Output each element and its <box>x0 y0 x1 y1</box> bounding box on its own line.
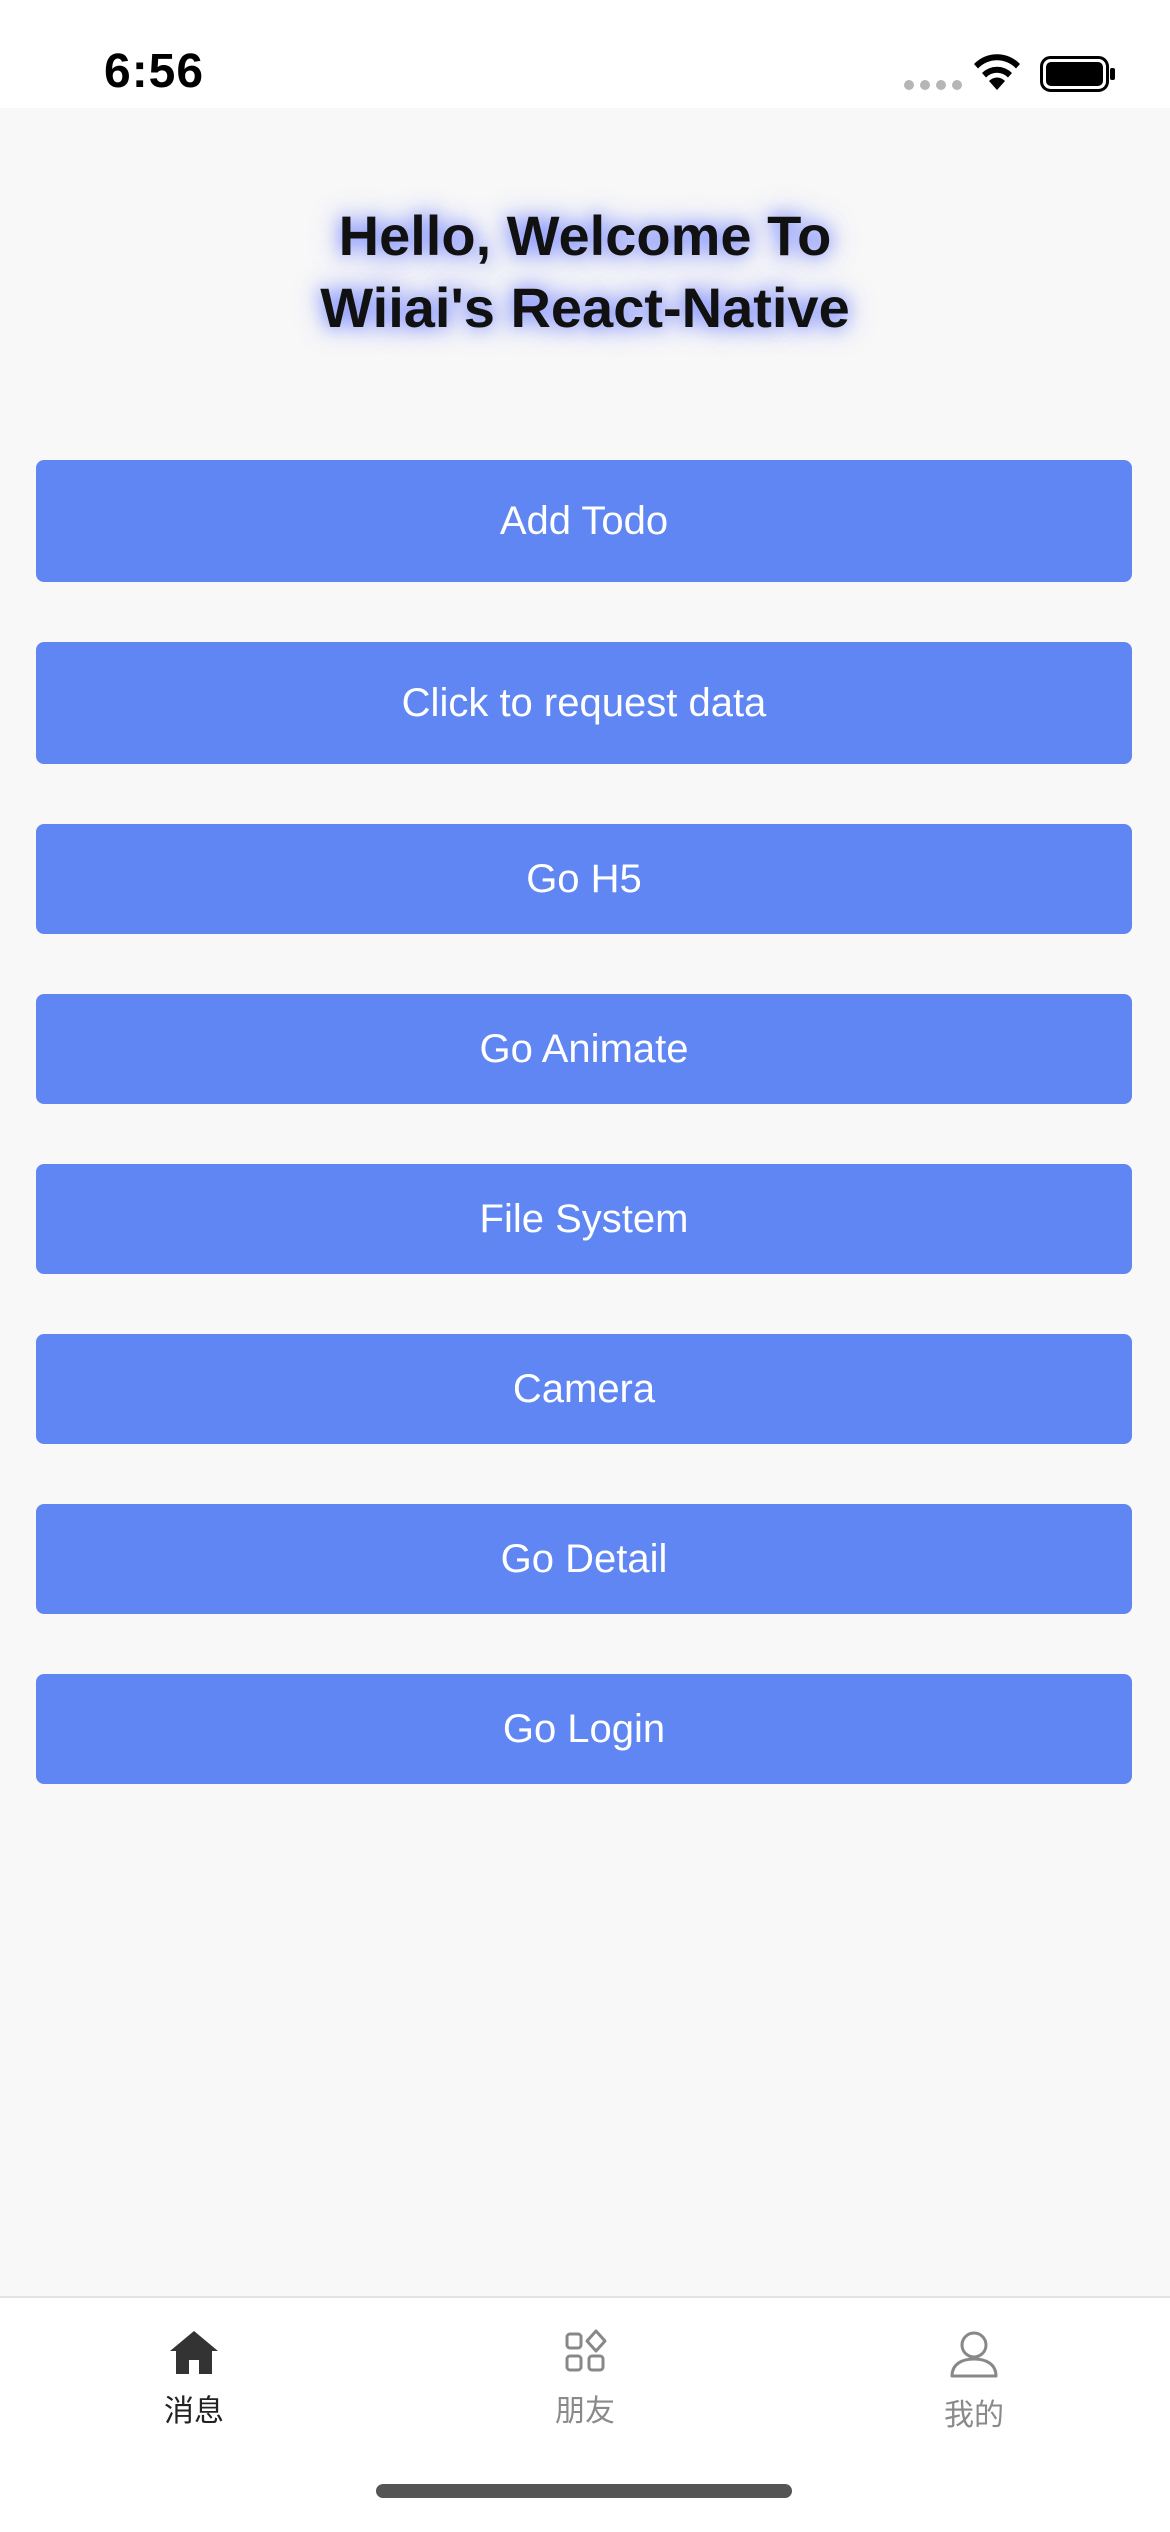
tab-label-messages: 消息 <box>164 2395 224 2428</box>
home-icon <box>170 2331 218 2374</box>
request-data-button[interactable]: Click to request data <box>36 642 1132 764</box>
wifi-icon <box>974 54 1020 90</box>
tab-label-friends: 朋友 <box>555 2395 615 2428</box>
title-line-1: Hello, Welcome To <box>338 204 832 267</box>
app-screen: 6:56 Hello, Welcome To Wiiai's React-Nat… <box>0 0 1170 2532</box>
add-todo-button[interactable]: Add Todo <box>36 460 1132 582</box>
go-h5-button[interactable]: Go H5 <box>36 824 1132 934</box>
title-line-2: Wiiai's React-Native <box>320 276 850 339</box>
tab-me[interactable]: 我的 <box>874 2328 1074 2434</box>
go-detail-button[interactable]: Go Detail <box>36 1504 1132 1614</box>
battery-icon <box>1040 56 1115 92</box>
camera-button[interactable]: Camera <box>36 1334 1132 1444</box>
tab-messages[interactable]: 消息 <box>94 2328 294 2430</box>
cellular-signal-icon <box>904 80 962 90</box>
file-system-button[interactable]: File System <box>36 1164 1132 1274</box>
status-bar: 6:56 <box>0 0 1170 108</box>
grid-icon <box>565 2329 607 2372</box>
go-login-button[interactable]: Go Login <box>36 1674 1132 1784</box>
page-title: Hello, Welcome To Wiiai's React-Native <box>0 200 1170 344</box>
tab-friends[interactable]: 朋友 <box>485 2328 685 2430</box>
button-list: Add Todo Click to request data Go H5 Go … <box>36 460 1132 1844</box>
tab-label-me: 我的 <box>944 2399 1004 2432</box>
status-time: 6:56 <box>104 45 205 98</box>
home-indicator <box>376 2484 792 2498</box>
go-animate-button[interactable]: Go Animate <box>36 994 1132 1104</box>
user-icon <box>950 2331 998 2378</box>
